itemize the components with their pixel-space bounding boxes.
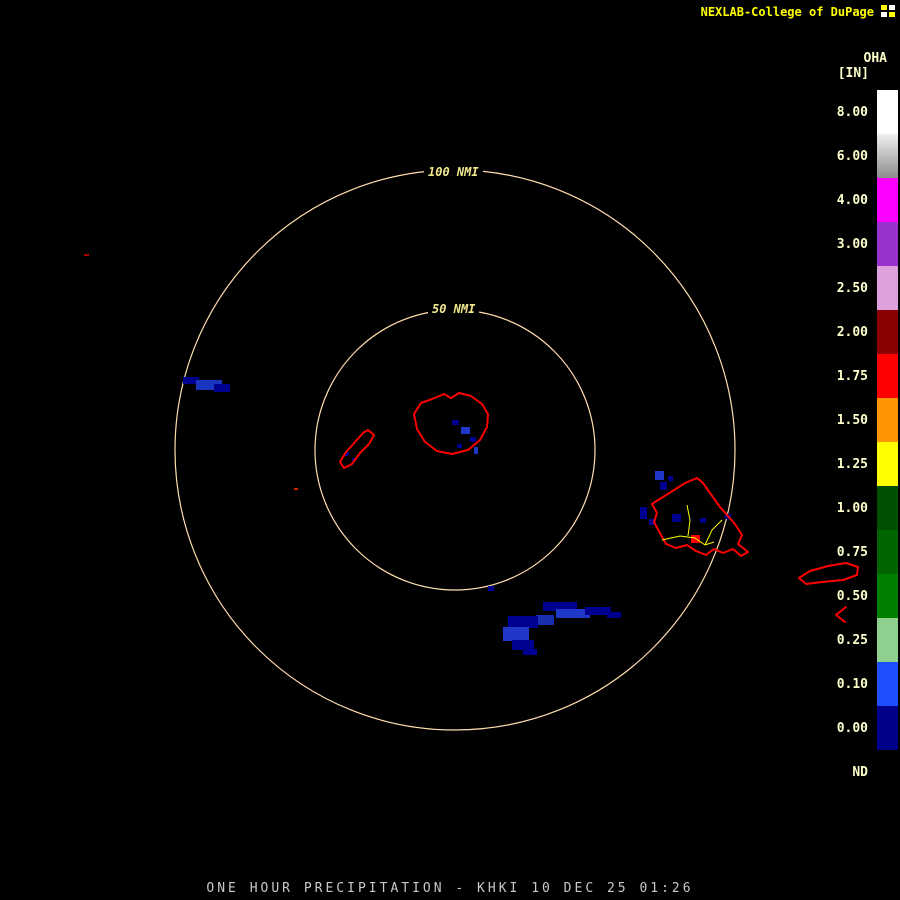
legend-color-swatch (877, 398, 898, 442)
legend-color-swatch (877, 662, 898, 706)
legend-entry: 1.25 (822, 442, 898, 486)
legend-entry: 2.50 (822, 266, 898, 310)
cod-logo-icon (881, 5, 895, 17)
radar-map (84, 169, 859, 731)
heavy-echo (691, 535, 700, 543)
legend-value-label: 0.00 (836, 720, 868, 736)
legend-value-label: 2.00 (836, 324, 868, 340)
legend-value-label: 0.10 (836, 676, 868, 692)
legend-color-swatch (877, 310, 898, 354)
legend-color-swatch (877, 134, 898, 178)
legend-units: [IN] (837, 66, 869, 81)
range-ring-100nmi (174, 169, 736, 731)
legend-color-swatch (877, 178, 898, 222)
coastlines (339, 392, 859, 623)
legend-entry: 1.00 (822, 486, 898, 530)
brand-text: NEXLAB-College of DuPage (700, 5, 874, 19)
legend-value-label: 0.25 (836, 632, 868, 648)
legend-entry: 0.10 (822, 662, 898, 706)
legend-entry: 0.00 (822, 706, 898, 750)
legend-value-label: 6.00 (836, 148, 868, 164)
legend-entry: 2.00 (822, 310, 898, 354)
legend-value-label: 8.00 (836, 104, 868, 120)
legend-entry: 1.75 (822, 354, 898, 398)
legend-entry: 0.75 (822, 530, 898, 574)
product-title: ONE HOUR PRECIPITATION - KHKI 10 DEC 25 … (206, 881, 694, 896)
legend-color-swatch (877, 530, 898, 574)
legend-entry: 6.00 (822, 134, 898, 178)
legend-value-label: 1.25 (836, 456, 868, 472)
legend-entries: 8.00 6.00 4.00 3.00 2.50 2.00 1.75 1.50 1.25 1.00… (822, 90, 898, 794)
legend-color-swatch (877, 222, 898, 266)
legend-value-label: 0.50 (836, 588, 868, 604)
legend-entry: 0.25 (822, 618, 898, 662)
legend-color-swatch (877, 750, 898, 794)
legend-color-swatch (877, 354, 898, 398)
legend-value-label: 1.50 (836, 412, 868, 428)
legend-entry: 0.50 (822, 574, 898, 618)
legend-color-swatch (877, 574, 898, 618)
legend-value-label: 0.75 (836, 544, 868, 560)
range-ring-50nmi (314, 309, 596, 591)
legend-color-swatch (877, 266, 898, 310)
legend-value-label: 1.75 (836, 368, 868, 384)
legend-entry: 4.00 (822, 178, 898, 222)
legend-value-label: 1.00 (836, 500, 868, 516)
legend-entry: 8.00 (822, 90, 898, 134)
legend-product-code: OHA (863, 51, 887, 66)
legend-value-label: 4.00 (836, 192, 868, 208)
legend-value-label: 3.00 (836, 236, 868, 252)
range-rings (174, 169, 736, 731)
range-ring-label-100: 100 NMI (424, 165, 483, 179)
legend-color-swatch (877, 90, 898, 134)
legend-color-swatch (877, 706, 898, 750)
precip-echoes (84, 254, 731, 655)
legend-color-swatch (877, 618, 898, 662)
legend-value-label: 2.50 (836, 280, 868, 296)
legend-color-swatch (877, 486, 898, 530)
range-ring-label-50: 50 NMI (428, 302, 480, 316)
island-outline-southwest (339, 429, 375, 469)
legend-entry: 1.50 (822, 398, 898, 442)
legend-color-swatch (877, 442, 898, 486)
legend-entry: ND (822, 750, 898, 794)
radar-display: 100 NMI 50 NMI NEXLAB-College of DuPage … (0, 0, 900, 900)
legend-entry: 3.00 (822, 222, 898, 266)
island-outline-center (413, 392, 489, 455)
legend-value-label: ND (852, 764, 868, 780)
